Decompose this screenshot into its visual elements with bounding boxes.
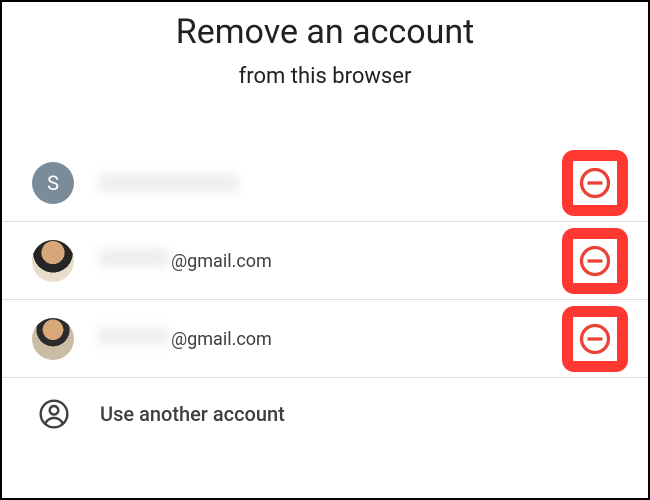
account-email: @gmail.com (99, 249, 618, 272)
avatar-photo (32, 318, 74, 360)
use-another-account-label: Use another account (100, 402, 285, 426)
redacted-text (99, 249, 169, 267)
remove-button-inner (573, 239, 617, 283)
email-suffix: @gmail.com (171, 251, 272, 272)
redacted-text (99, 174, 239, 192)
remove-account-button[interactable] (562, 150, 628, 216)
remove-account-button[interactable] (562, 228, 628, 294)
avatar-initial: S (47, 171, 59, 195)
person-circle-icon (36, 396, 72, 432)
avatar-letter: S (32, 162, 74, 204)
account-row[interactable]: @gmail.com (2, 300, 648, 378)
minus-circle-icon (577, 243, 613, 279)
account-list: S @gmail.com (2, 144, 648, 450)
remove-account-button[interactable] (562, 306, 628, 372)
dialog-subtitle: from this browser (2, 64, 648, 89)
account-email (99, 174, 618, 192)
dialog-header: Remove an account from this browser (2, 2, 648, 89)
avatar-photo (32, 240, 74, 282)
minus-circle-icon (577, 321, 613, 357)
redacted-text (99, 327, 169, 345)
minus-circle-icon (577, 165, 613, 201)
use-another-account[interactable]: Use another account (2, 378, 648, 450)
email-suffix: @gmail.com (171, 329, 272, 350)
dialog-title: Remove an account (2, 12, 648, 52)
remove-button-inner (573, 161, 617, 205)
account-email: @gmail.com (99, 327, 618, 350)
account-row[interactable]: @gmail.com (2, 222, 648, 300)
remove-button-inner (573, 317, 617, 361)
account-row[interactable]: S (2, 144, 648, 222)
